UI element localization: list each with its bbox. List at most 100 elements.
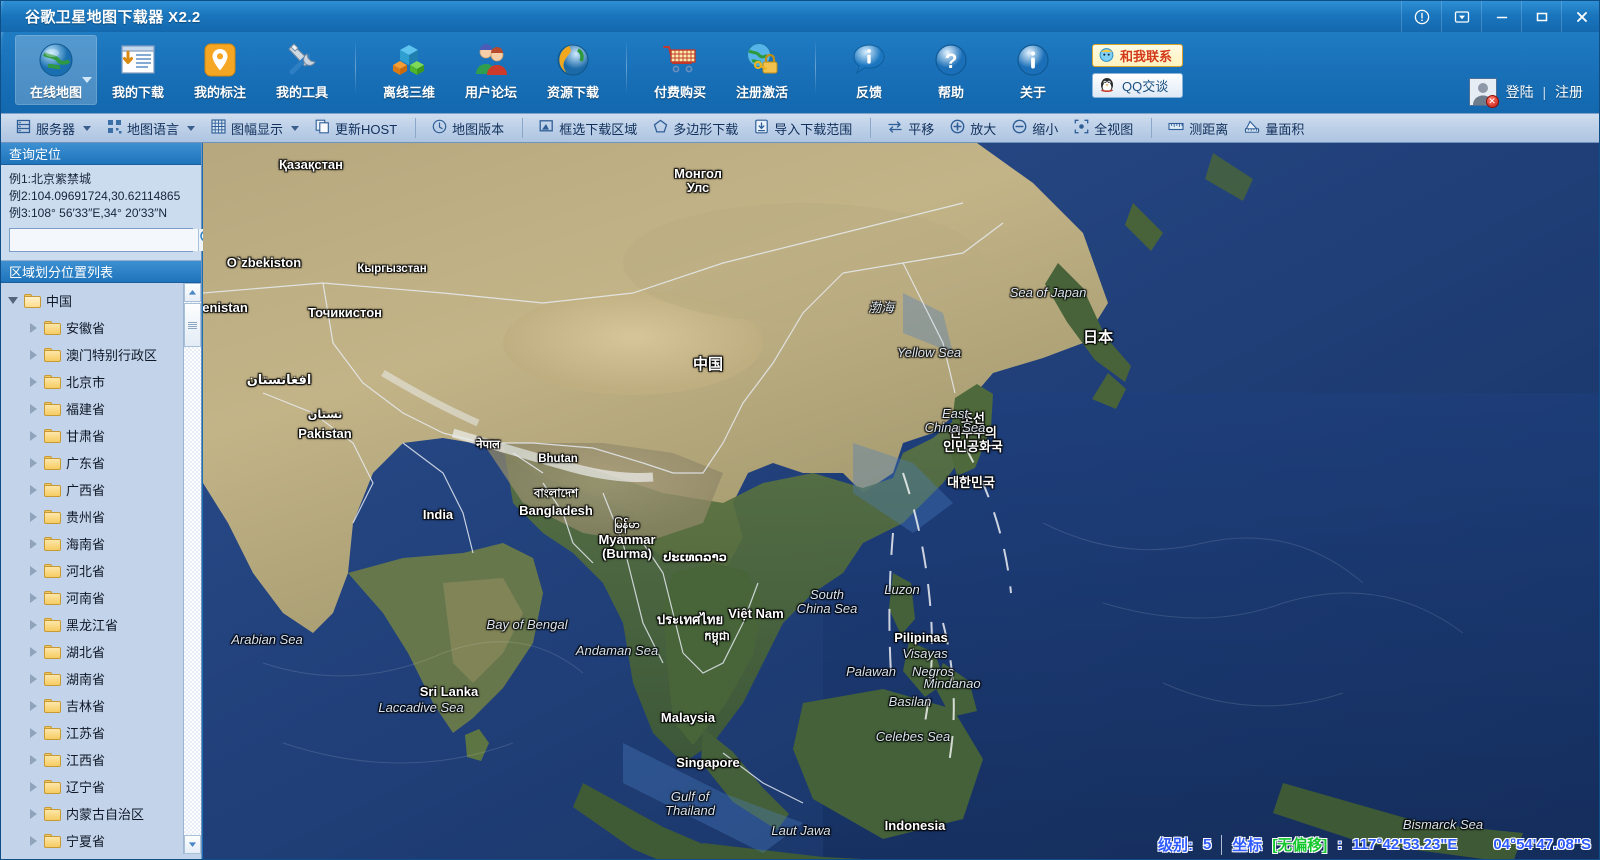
contact-me-button[interactable]: 和我联系 bbox=[1092, 44, 1183, 67]
avatar[interactable]: ✕ bbox=[1469, 78, 1497, 106]
scroll-up-button[interactable] bbox=[184, 283, 201, 302]
map-imagery bbox=[203, 143, 1600, 860]
chevron-down-icon[interactable] bbox=[291, 126, 299, 131]
ribbon-item-activate[interactable]: 注册激活 bbox=[721, 35, 803, 105]
expander-closed-icon[interactable] bbox=[27, 376, 39, 388]
expander-closed-icon[interactable] bbox=[27, 754, 39, 766]
toolbar-map-version[interactable]: 地图版本 bbox=[425, 116, 511, 140]
coord-label: 坐标 bbox=[1232, 834, 1262, 855]
tree-node-item[interactable]: 黑龙江省 bbox=[1, 611, 201, 638]
region-tree[interactable]: 中国 安徽省 澳门特别行政区 北京市 福建省 甘肃省 广东省 广西省 贵州省 海… bbox=[1, 283, 201, 854]
toolbar-update-host[interactable]: 更新HOST bbox=[308, 116, 404, 140]
toolbar-server[interactable]: 服务器 bbox=[9, 116, 98, 140]
tree-node-item[interactable]: 贵州省 bbox=[1, 503, 201, 530]
chevron-down-icon[interactable] bbox=[187, 126, 195, 131]
expander-closed-icon[interactable] bbox=[27, 700, 39, 712]
expander-closed-icon[interactable] bbox=[27, 592, 39, 604]
expander-closed-icon[interactable] bbox=[27, 349, 39, 361]
query-panel-title: 查询定位 bbox=[1, 143, 201, 165]
expander-closed-icon[interactable] bbox=[27, 457, 39, 469]
toolbar-measure-area[interactable]: 量面积 bbox=[1237, 116, 1311, 140]
ribbon-item-my-tools[interactable]: 我的工具 bbox=[261, 35, 343, 105]
tree-node-item[interactable]: 广西省 bbox=[1, 476, 201, 503]
expander-closed-icon[interactable] bbox=[27, 781, 39, 793]
expander-closed-icon[interactable] bbox=[27, 619, 39, 631]
zoom-in-icon bbox=[950, 119, 965, 137]
toolbar-measure-distance[interactable]: 测距离 bbox=[1161, 116, 1235, 140]
expander-closed-icon[interactable] bbox=[27, 322, 39, 334]
chevron-down-icon[interactable] bbox=[83, 126, 91, 131]
toolbar-polygon-download[interactable]: 多边形下载 bbox=[646, 116, 745, 140]
expander-closed-icon[interactable] bbox=[27, 673, 39, 685]
expander-closed-icon[interactable] bbox=[27, 430, 39, 442]
tree-node-item[interactable]: 澳门特别行政区 bbox=[1, 341, 201, 368]
tree-node-item[interactable]: 安徽省 bbox=[1, 314, 201, 341]
ribbon-item-feedback[interactable]: 反馈 bbox=[828, 35, 910, 105]
toolbar-tile-display[interactable]: 图幅显示 bbox=[204, 116, 306, 140]
clock-icon bbox=[432, 119, 447, 137]
expander-closed-icon[interactable] bbox=[27, 808, 39, 820]
tree-node-item[interactable]: 内蒙古自治区 bbox=[1, 800, 201, 827]
ribbon-item-online-map[interactable]: 在线地图 bbox=[15, 35, 97, 105]
toolbar-zoom-in[interactable]: 放大 bbox=[943, 116, 1003, 140]
tree-node-item[interactable]: 河南省 bbox=[1, 584, 201, 611]
tree-node-root[interactable]: 中国 bbox=[1, 287, 201, 314]
search-input[interactable] bbox=[10, 229, 198, 251]
register-link[interactable]: 注册 bbox=[1555, 84, 1583, 100]
close-button[interactable] bbox=[1561, 1, 1600, 32]
ribbon-item-label: 用户论坛 bbox=[465, 82, 517, 101]
tree-node-item[interactable]: 海南省 bbox=[1, 530, 201, 557]
ribbon-item-purchase[interactable]: 付费购买 bbox=[639, 35, 721, 105]
tree-node-item[interactable]: 北京市 bbox=[1, 368, 201, 395]
ribbon-item-resource-download[interactable]: 资源下载 bbox=[532, 35, 614, 105]
tree-node-item[interactable]: 江苏省 bbox=[1, 719, 201, 746]
ribbon-item-my-downloads[interactable]: 我的下载 bbox=[97, 35, 179, 105]
folder-icon bbox=[44, 726, 61, 740]
chevron-down-icon[interactable] bbox=[82, 77, 92, 83]
expander-closed-icon[interactable] bbox=[27, 538, 39, 550]
toolbar-rect-select-download[interactable]: 框选下载区域 bbox=[532, 116, 644, 140]
tree-node-item[interactable]: 河北省 bbox=[1, 557, 201, 584]
ribbon-item-my-markers[interactable]: 我的标注 bbox=[179, 35, 261, 105]
tree-node-item[interactable]: 辽宁省 bbox=[1, 773, 201, 800]
ribbon-item-help[interactable]: ? 帮助 bbox=[910, 35, 992, 105]
toolbar-fit-view[interactable]: 全视图 bbox=[1067, 116, 1140, 140]
toolbar-pan[interactable]: 平移 bbox=[880, 116, 941, 140]
toolbar-label: 全视图 bbox=[1094, 119, 1133, 138]
tree-node-label: 河南省 bbox=[66, 588, 105, 607]
minimize-button[interactable] bbox=[1481, 1, 1521, 32]
expander-closed-icon[interactable] bbox=[27, 646, 39, 658]
tree-node-item[interactable]: 江西省 bbox=[1, 746, 201, 773]
tree-node-item[interactable]: 福建省 bbox=[1, 395, 201, 422]
tree-node-item[interactable]: 湖北省 bbox=[1, 638, 201, 665]
expander-closed-icon[interactable] bbox=[27, 727, 39, 739]
map-view[interactable]: Қазақстан Монгол Улс O`zbekiston Кыргызс… bbox=[203, 143, 1600, 860]
qq-chat-button[interactable]: QQ交谈 bbox=[1092, 73, 1183, 98]
ribbon-item-forum[interactable]: 用户论坛 bbox=[450, 35, 532, 105]
expander-closed-icon[interactable] bbox=[27, 835, 39, 847]
expander-closed-icon[interactable] bbox=[27, 511, 39, 523]
region-tree-scrollbar[interactable] bbox=[183, 283, 201, 854]
download-tray-icon[interactable] bbox=[1441, 1, 1481, 32]
scrollbar-thumb[interactable] bbox=[184, 303, 201, 347]
toolbar-import-range[interactable]: 导入下载范围 bbox=[747, 116, 859, 140]
toolbar-map-language[interactable]: 地图语言 bbox=[100, 116, 202, 140]
expander-closed-icon[interactable] bbox=[27, 403, 39, 415]
info-icon[interactable] bbox=[1401, 1, 1441, 32]
toolbar-zoom-out[interactable]: 缩小 bbox=[1005, 116, 1065, 140]
tree-node-item[interactable]: 宁夏省 bbox=[1, 827, 201, 854]
maximize-button[interactable] bbox=[1521, 1, 1561, 32]
ribbon-item-about[interactable]: 关于 bbox=[992, 35, 1074, 105]
tree-node-item[interactable]: 湖南省 bbox=[1, 665, 201, 692]
tree-node-item[interactable]: 吉林省 bbox=[1, 692, 201, 719]
ribbon-item-offline-3d[interactable]: 离线三维 bbox=[368, 35, 450, 105]
tree-node-item[interactable]: 广东省 bbox=[1, 449, 201, 476]
login-link[interactable]: 登陆 bbox=[1506, 84, 1534, 100]
toolbar-label: 平移 bbox=[908, 119, 934, 138]
expander-open-icon[interactable] bbox=[7, 295, 19, 307]
main-toolbar: 在线地图 我的下载 bbox=[1, 32, 1600, 113]
scroll-down-button[interactable] bbox=[184, 835, 201, 854]
expander-closed-icon[interactable] bbox=[27, 565, 39, 577]
expander-closed-icon[interactable] bbox=[27, 484, 39, 496]
tree-node-item[interactable]: 甘肃省 bbox=[1, 422, 201, 449]
